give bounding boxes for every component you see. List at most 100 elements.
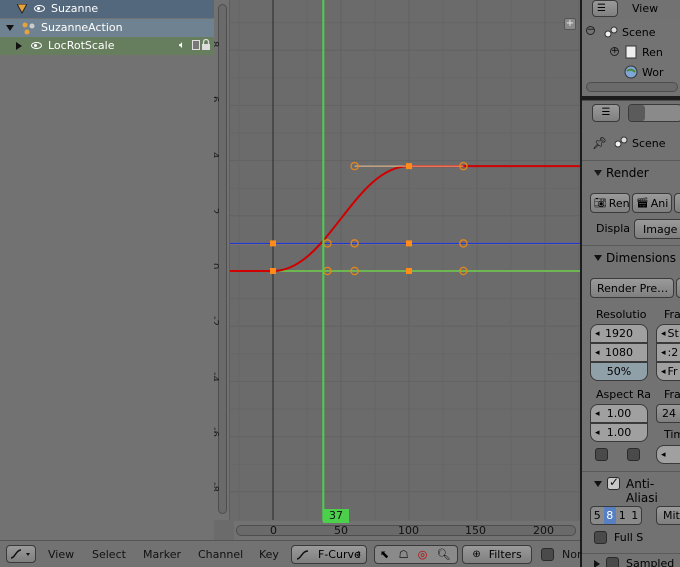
orange-triangle-icon	[16, 3, 28, 17]
time-remapping-label: Tim	[664, 428, 680, 441]
resolution-x-field[interactable]: ◂ 1920	[590, 324, 648, 343]
channel-action-row[interactable]: SuzanneAction	[0, 19, 214, 37]
aa-filter-dropdown[interactable]: Mitc	[656, 506, 680, 525]
scene-icon	[604, 25, 618, 42]
render-layers-tab-icon[interactable]	[647, 105, 663, 121]
render-tab-camera-icon[interactable]	[629, 105, 645, 121]
render-audio-button[interactable]	[674, 193, 680, 213]
sampled-motion-label: Sampled	[626, 557, 675, 567]
frame-step-field[interactable]: ◂ Fr	[656, 362, 680, 381]
keyframe-point[interactable]	[406, 163, 412, 170]
channel-menu[interactable]: Channel	[198, 548, 243, 561]
render-panel-header[interactable]: Render	[582, 161, 680, 185]
outliner-editor-type-button[interactable]: ☰	[592, 0, 618, 17]
aa-samples-8[interactable]: 8	[603, 507, 616, 524]
channel-object-row[interactable]: Suzanne	[0, 0, 214, 18]
keyframe-point[interactable]	[406, 240, 412, 247]
outliner-scrollbar[interactable]	[586, 82, 678, 92]
target-icon[interactable]: ◎	[413, 546, 432, 563]
border-checkbox[interactable]	[595, 448, 608, 461]
only-selected-label: Nor	[562, 548, 582, 561]
keyframe-point[interactable]	[406, 268, 412, 274]
frame-end-field[interactable]: ◂:2	[656, 343, 680, 362]
mute-checkbox[interactable]	[192, 40, 200, 53]
anti-aliasing-title: Anti-Aliasi	[626, 477, 658, 505]
fcurve-graph[interactable]	[214, 0, 580, 540]
properties-editor-type-button[interactable]: ☰	[592, 104, 620, 122]
anti-aliasing-panel-header[interactable]: ✓ Anti-Aliasi	[582, 472, 680, 505]
outliner-render-layers-item[interactable]: + Ren	[582, 42, 680, 62]
frame-end-label: :2	[667, 346, 679, 359]
aa-samples-selector[interactable]: 5 8 1 1	[590, 506, 642, 525]
resolution-x-value: 1920	[605, 327, 633, 340]
filters-button[interactable]: ⊕ Filters	[462, 545, 532, 564]
lock-icon[interactable]	[201, 38, 211, 54]
y-tick-label: 2	[214, 208, 220, 214]
channel-list: Suzanne SuzanneAction LocRotScale 🔈︎	[0, 0, 214, 540]
mode-dropdown[interactable]: F-Curve ⇕	[291, 545, 367, 564]
outliner-world-item[interactable]: Wor	[582, 62, 680, 82]
anti-aliasing-checkbox[interactable]: ✓	[607, 475, 620, 490]
render-image-button[interactable]: 📷︎ Ren	[590, 193, 630, 213]
action-channel-label: SuzanneAction	[41, 21, 123, 34]
frame-start-field[interactable]: ◂ St	[656, 324, 680, 343]
expand-triangle-icon[interactable]	[16, 42, 22, 50]
only-selected-checkbox[interactable]	[541, 548, 554, 561]
vertical-scrollbar[interactable]	[214, 0, 230, 520]
select-menu[interactable]: Select	[92, 548, 126, 561]
outliner-scene-item[interactable]: − Scene	[582, 22, 680, 42]
properties-context-tabs[interactable]	[628, 104, 680, 122]
view-menu[interactable]: View	[48, 548, 74, 561]
time-old-field[interactable]: ◂	[656, 445, 680, 464]
aspect-y-field[interactable]: ◂ 1.00	[590, 423, 648, 442]
world-icon	[624, 65, 638, 82]
crop-checkbox[interactable]	[627, 448, 640, 461]
visibility-eye-icon[interactable]	[34, 5, 45, 12]
y-tick-label: 4	[214, 152, 220, 158]
y-tick-label: -2	[214, 316, 220, 326]
aa-samples-5[interactable]: 5	[591, 507, 604, 524]
scene-tab-icon[interactable]	[665, 105, 680, 121]
aa-samples-11[interactable]: 1	[616, 507, 629, 524]
key-menu[interactable]: Key	[259, 548, 279, 561]
channel-group-row[interactable]: LocRotScale 🔈︎	[0, 37, 214, 55]
keyframe-point[interactable]	[270, 240, 276, 247]
outliner-view-menu[interactable]: View	[632, 2, 658, 15]
properties-toggle-plus-icon[interactable]: +	[564, 18, 576, 30]
speaker-icon[interactable]: 🔈︎	[179, 40, 185, 51]
filters-label: Filters	[488, 548, 522, 561]
panel-expand-icon[interactable]	[594, 560, 600, 567]
frame-range-label: Fra	[664, 308, 680, 321]
pin-icon[interactable]: 📌︎	[592, 136, 607, 150]
resolution-percent-value: 50%	[606, 365, 632, 378]
resolution-y-field[interactable]: ◂ 1080	[590, 343, 648, 362]
magnifier-icon[interactable]: 🔍︎	[432, 546, 455, 563]
display-dropdown[interactable]: Image	[634, 219, 680, 239]
visibility-eye-icon[interactable]	[31, 42, 42, 49]
preset-add-button[interactable]	[676, 278, 680, 298]
keyframe-point[interactable]	[270, 268, 276, 274]
render-animation-button[interactable]: 🎬︎ Ani	[632, 193, 672, 213]
graph-editor[interactable]: 8 6 4 2 0 -2 -4 -6 -8 0 50 100 150 200 3…	[214, 0, 580, 540]
sampled-motion-checkbox[interactable]	[606, 557, 619, 567]
dimensions-panel-header[interactable]: Dimensions	[582, 246, 680, 270]
collapse-icon[interactable]: −	[586, 26, 595, 35]
resolution-percent-field[interactable]: 50%	[590, 362, 648, 381]
current-frame-indicator[interactable]: 37	[323, 509, 349, 523]
full-sample-checkbox[interactable]	[594, 531, 607, 544]
outliner-world-label: Wor	[642, 66, 664, 79]
render-presets-dropdown[interactable]: Render Pre…	[590, 278, 674, 298]
aspect-x-field[interactable]: ◂ 1.00	[590, 404, 648, 423]
frame-rate-dropdown[interactable]: 24	[656, 404, 680, 423]
camera-icon: 📷︎	[594, 197, 607, 209]
marker-menu[interactable]: Marker	[143, 548, 181, 561]
cursor-icon[interactable]: ⬉	[375, 546, 394, 563]
frame-step-label: Fr	[667, 365, 678, 378]
expand-icon[interactable]: +	[610, 47, 619, 56]
ghost-icon[interactable]: ☖	[394, 546, 413, 563]
list-icon: ☰	[597, 3, 606, 14]
editor-type-button[interactable]	[6, 545, 36, 563]
right-panels: ☰ View − Scene + Ren Wor ☰ 📌︎ Scene Rend…	[580, 0, 680, 567]
aa-samples-16[interactable]: 1	[629, 507, 642, 524]
collapse-triangle-icon[interactable]	[6, 25, 14, 31]
